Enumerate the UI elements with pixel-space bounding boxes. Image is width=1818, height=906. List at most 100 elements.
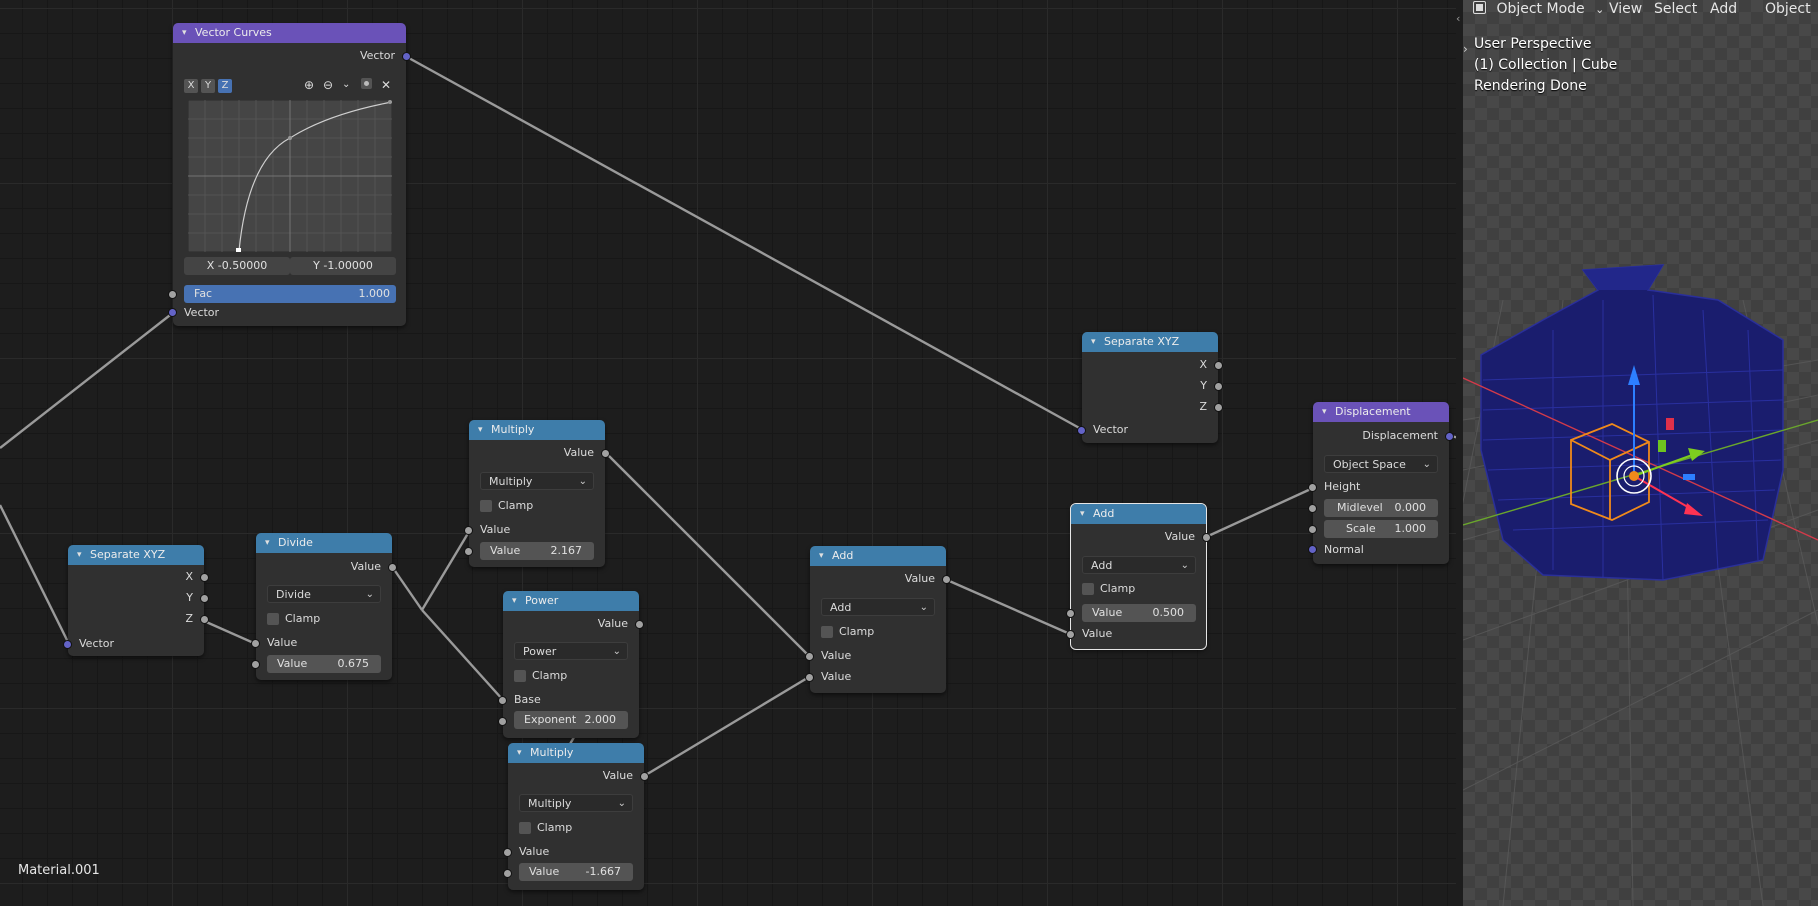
chevron-down-icon: ⌄ bbox=[1422, 459, 1431, 470]
node-header[interactable]: Vector Curves bbox=[173, 23, 406, 43]
output-socket-z[interactable] bbox=[200, 615, 209, 624]
input-socket-base[interactable] bbox=[498, 696, 507, 705]
value-field[interactable]: Value 2.167 bbox=[480, 542, 594, 560]
menu-select[interactable]: Select bbox=[1654, 0, 1697, 18]
node-header[interactable]: Multiply bbox=[469, 420, 605, 440]
input-socket-value-1[interactable] bbox=[503, 848, 512, 857]
operation-dropdown[interactable]: Multiply ⌄ bbox=[480, 472, 594, 490]
output-socket-displacement[interactable] bbox=[1445, 432, 1454, 441]
output-socket-z[interactable] bbox=[1214, 403, 1223, 412]
chevron-left-icon[interactable]: ‹ bbox=[1456, 12, 1460, 25]
output-socket-y[interactable] bbox=[1214, 382, 1223, 391]
axis-z-button[interactable]: Z bbox=[218, 79, 232, 93]
output-socket-value[interactable] bbox=[635, 620, 644, 629]
chevron-right-icon[interactable]: › bbox=[1463, 42, 1468, 56]
node-header[interactable]: Displacement bbox=[1313, 402, 1449, 422]
input-socket-value-1[interactable] bbox=[464, 526, 473, 535]
node-header[interactable]: Add bbox=[810, 546, 946, 566]
clip-options-icon[interactable] bbox=[361, 78, 372, 92]
value-field[interactable]: Value 0.500 bbox=[1082, 604, 1196, 622]
node-header[interactable]: Divide bbox=[256, 533, 392, 553]
input-socket-value-2[interactable] bbox=[1066, 630, 1075, 639]
node-separate-xyz[interactable]: Separate XYZ X Y Z Vector bbox=[63, 545, 209, 656]
curve-graph[interactable] bbox=[188, 100, 392, 252]
view-name: User Perspective bbox=[1474, 36, 1592, 52]
output-socket-value[interactable] bbox=[640, 772, 649, 781]
midlevel-field[interactable]: Midlevel 0.000 bbox=[1324, 499, 1438, 517]
operation-dropdown[interactable]: Add ⌄ bbox=[821, 598, 935, 616]
input-socket-vector[interactable] bbox=[1077, 426, 1086, 435]
input-socket-value-1[interactable] bbox=[1066, 609, 1075, 618]
input-socket-exponent[interactable] bbox=[498, 717, 507, 726]
axis-x-button[interactable]: X bbox=[184, 79, 198, 93]
clamp-checkbox[interactable]: Clamp bbox=[1082, 582, 1135, 596]
node-vector-curves[interactable]: Vector Curves Vector X Y Z ⊕ ⊖ ⌄ ✕ bbox=[168, 23, 411, 326]
output-socket-value[interactable] bbox=[388, 563, 397, 572]
input-socket-height[interactable] bbox=[1308, 483, 1317, 492]
input-socket-fac[interactable] bbox=[168, 290, 177, 299]
mode-selector[interactable]: Object Mode ⌄ bbox=[1473, 0, 1604, 19]
clamp-checkbox[interactable]: Clamp bbox=[821, 625, 874, 639]
value-field[interactable]: Value -1.667 bbox=[519, 863, 633, 881]
output-socket-value[interactable] bbox=[601, 449, 610, 458]
input-socket-value-1[interactable] bbox=[251, 639, 260, 648]
fac-slider[interactable]: Fac 1.000 bbox=[184, 285, 396, 303]
output-socket-value[interactable] bbox=[1202, 533, 1211, 542]
output-socket-x[interactable] bbox=[1214, 361, 1223, 370]
output-socket-vector[interactable] bbox=[402, 52, 411, 61]
clamp-checkbox[interactable]: Clamp bbox=[514, 669, 567, 683]
close-icon[interactable]: ✕ bbox=[381, 78, 391, 92]
operation-dropdown[interactable]: Power ⌄ bbox=[514, 642, 628, 660]
input-socket-vector[interactable] bbox=[168, 308, 177, 317]
viewport-scene bbox=[1463, 0, 1818, 906]
node-separate-xyz[interactable]: Separate XYZ X Y Z Vector bbox=[1077, 332, 1223, 443]
node-header[interactable]: Separate XYZ bbox=[1082, 332, 1218, 352]
value-field[interactable]: Value 0.675 bbox=[267, 655, 381, 673]
node-power[interactable]: Power Value Power ⌄ Clamp Base Exponent … bbox=[498, 591, 644, 738]
zoom-in-icon[interactable]: ⊕ bbox=[304, 78, 314, 92]
chevron-down-icon[interactable]: ⌄ bbox=[342, 78, 350, 92]
clamp-checkbox[interactable]: Clamp bbox=[519, 821, 572, 835]
node-add[interactable]: Add Value Add ⌄ Clamp Value 0.500 Value bbox=[1066, 503, 1211, 650]
node-header[interactable]: Power bbox=[503, 591, 639, 611]
input-socket-normal[interactable] bbox=[1308, 545, 1317, 554]
node-header[interactable]: Add bbox=[1071, 504, 1206, 524]
input-socket-value-2[interactable] bbox=[251, 660, 260, 669]
input-socket-midlevel[interactable] bbox=[1308, 504, 1317, 513]
output-socket-value[interactable] bbox=[942, 575, 951, 584]
curve-point-y-field[interactable]: Y -1.00000 bbox=[290, 257, 396, 275]
field-value: 2.167 bbox=[550, 544, 583, 557]
input-socket-scale[interactable] bbox=[1308, 525, 1317, 534]
node-header[interactable]: Separate XYZ bbox=[68, 545, 204, 565]
operation-dropdown[interactable]: Multiply ⌄ bbox=[519, 794, 633, 812]
input-socket-value-2[interactable] bbox=[503, 869, 512, 878]
exponent-field[interactable]: Exponent 2.000 bbox=[514, 711, 628, 729]
node-editor[interactable]: Vector Curves Vector X Y Z ⊕ ⊖ ⌄ ✕ bbox=[0, 0, 1463, 906]
input-socket-value-2[interactable] bbox=[464, 547, 473, 556]
3d-viewport[interactable]: Object Mode ⌄ View Select Add Object › U… bbox=[1463, 0, 1818, 906]
input-socket-value-2[interactable] bbox=[805, 673, 814, 682]
output-socket-x[interactable] bbox=[200, 573, 209, 582]
zoom-out-icon[interactable]: ⊖ bbox=[323, 78, 333, 92]
node-displacement[interactable]: Displacement Displacement Object Space ⌄… bbox=[1308, 402, 1454, 564]
clamp-checkbox[interactable]: Clamp bbox=[267, 612, 320, 626]
menu-object[interactable]: Object bbox=[1765, 0, 1811, 18]
node-multiply[interactable]: Multiply Value Multiply ⌄ Clamp Value Va… bbox=[503, 743, 649, 890]
node-add[interactable]: Add Value Add ⌄ Clamp Value Value bbox=[805, 546, 951, 693]
input-socket-value-1[interactable] bbox=[805, 652, 814, 661]
operation-dropdown[interactable]: Add ⌄ bbox=[1082, 556, 1196, 574]
node-multiply[interactable]: Multiply Value Multiply ⌄ Clamp Value Va… bbox=[464, 420, 610, 567]
menu-add[interactable]: Add bbox=[1710, 0, 1737, 18]
area-divider[interactable]: ‹ bbox=[1456, 0, 1463, 906]
node-divide[interactable]: Divide Value Divide ⌄ Clamp Value Value … bbox=[251, 533, 397, 680]
curve-point-x-field[interactable]: X -0.50000 bbox=[184, 257, 290, 275]
output-socket-y[interactable] bbox=[200, 594, 209, 603]
operation-dropdown[interactable]: Divide ⌄ bbox=[267, 585, 381, 603]
node-header[interactable]: Multiply bbox=[508, 743, 644, 763]
clamp-checkbox[interactable]: Clamp bbox=[480, 499, 533, 513]
menu-view[interactable]: View bbox=[1609, 0, 1642, 18]
scale-field[interactable]: Scale 1.000 bbox=[1324, 520, 1438, 538]
space-dropdown[interactable]: Object Space ⌄ bbox=[1324, 455, 1438, 473]
input-socket-vector[interactable] bbox=[63, 640, 72, 649]
axis-y-button[interactable]: Y bbox=[201, 79, 215, 93]
